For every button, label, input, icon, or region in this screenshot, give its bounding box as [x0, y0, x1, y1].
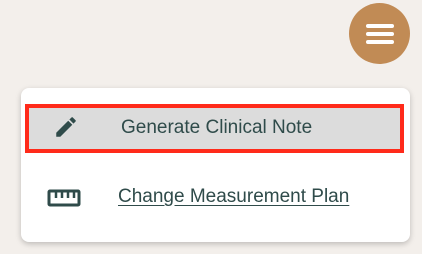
- hamburger-menu-icon-bar: [365, 31, 394, 36]
- hamburger-menu-icon-bar: [365, 39, 394, 44]
- hamburger-menu-icon: [365, 23, 394, 28]
- menu-item-generate-clinical-note[interactable]: Generate Clinical Note: [25, 104, 404, 153]
- actions-dropdown-menu: Generate Clinical Note Change Measuremen…: [21, 88, 410, 242]
- ruler-icon: [47, 189, 81, 207]
- pencil-icon: [53, 114, 79, 140]
- main-menu-button[interactable]: [349, 3, 410, 64]
- menu-item-change-measurement-plan[interactable]: Change Measurement Plan: [21, 172, 410, 224]
- menu-item-label[interactable]: Change Measurement Plan: [118, 186, 349, 208]
- menu-item-label: Generate Clinical Note: [121, 117, 313, 138]
